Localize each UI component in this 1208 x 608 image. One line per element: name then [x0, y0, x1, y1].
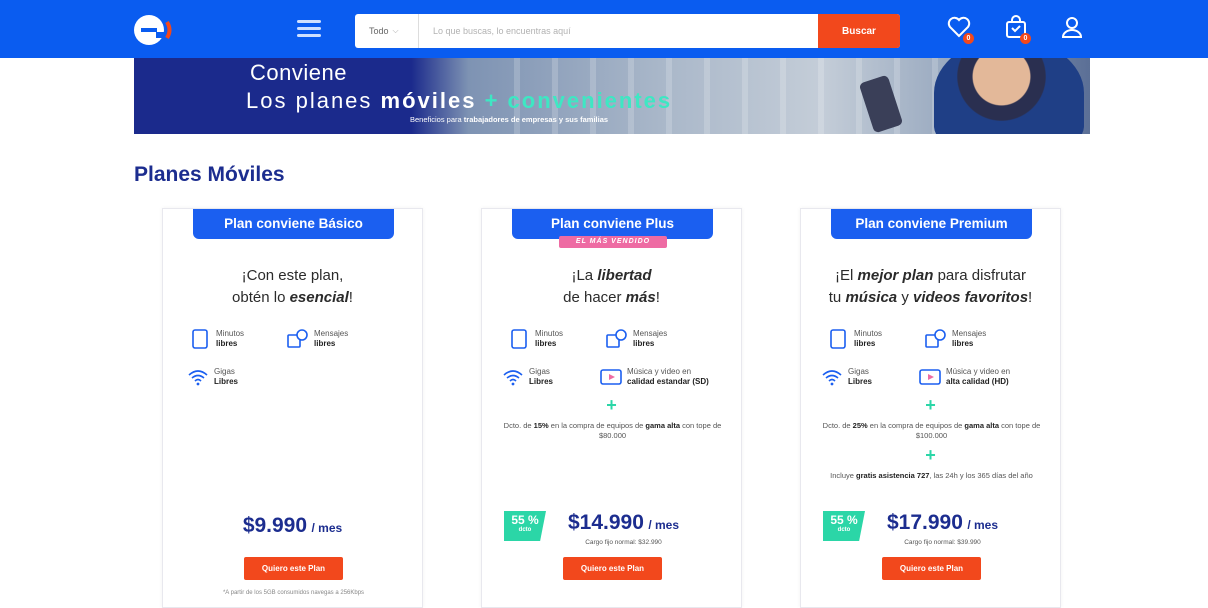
- user-icon: [1061, 17, 1083, 38]
- plan-card-basico: Plan conviene Básico ¡Con este plan, obt…: [162, 208, 423, 608]
- message-icon: [925, 329, 946, 348]
- chevron-down-icon: ⌵: [392, 26, 399, 35]
- cart-count-badge: 0: [1020, 33, 1031, 44]
- assistance-note: Incluye gratis asistencia 727, las 24h y…: [830, 471, 1033, 480]
- plan-price: $9.990 / mes: [242, 514, 343, 537]
- feature-minutes: Minutos libres: [827, 329, 882, 349]
- plan-price: $17.990 / mes: [886, 511, 999, 534]
- video-icon: [600, 369, 622, 385]
- choose-plan-button[interactable]: Quiero este Plan: [563, 557, 662, 580]
- regular-price-note: Cargo fijo normal: $32.990: [585, 539, 662, 546]
- plus-icon: +: [606, 395, 617, 415]
- choose-plan-button[interactable]: Quiero este Plan: [882, 557, 981, 580]
- plan-tagline: ¡La libertad de hacer más!: [563, 267, 660, 306]
- feature-video: Música y video en alta calidad (HD): [919, 367, 1049, 387]
- wifi-icon: [188, 370, 208, 386]
- search-bar: Todo ⌵ Buscar: [355, 14, 900, 48]
- plan-title: Plan conviene Plus: [512, 209, 713, 239]
- choose-plan-button[interactable]: Quiero este Plan: [244, 557, 343, 580]
- feature-messages: Mensajes libres: [606, 329, 667, 349]
- search-button[interactable]: Buscar: [818, 14, 900, 48]
- banner-headline: Los planes móviles + convenientes: [246, 88, 673, 113]
- banner-person-image: [934, 58, 1084, 134]
- search-input[interactable]: [419, 14, 818, 48]
- banner-title: Conviene: [250, 60, 347, 85]
- phone-icon: [192, 329, 208, 349]
- plus-icon: +: [925, 395, 936, 415]
- banner-subtitle: Beneficios para trabajadores de empresas…: [410, 115, 609, 124]
- plan-footnote: *A partir de los 5GB consumidos navegas …: [222, 590, 365, 596]
- video-icon: [919, 369, 941, 385]
- plan-title: Plan conviene Básico: [193, 209, 394, 239]
- device-discount-note: Dcto. de 25% en la compra de equipos de …: [822, 421, 1041, 440]
- feature-messages: Mensajes libres: [925, 329, 986, 349]
- account-button[interactable]: [1059, 14, 1089, 44]
- plus-icon: +: [925, 445, 936, 465]
- plan-title: Plan conviene Premium: [831, 209, 1032, 239]
- feature-data: Gigas Libres: [502, 367, 553, 387]
- feature-data: Gigas Libres: [187, 367, 238, 387]
- wifi-icon: [822, 370, 842, 386]
- top-navigation-bar: Todo ⌵ Buscar 0 0: [0, 0, 1208, 58]
- phone-icon: [511, 329, 527, 349]
- best-seller-badge: EL MÁS VENDIDO: [559, 236, 667, 248]
- wifi-icon: [503, 370, 523, 386]
- feature-minutes: Minutos libres: [508, 329, 563, 349]
- promo-banner[interactable]: Conviene Los planes móviles + convenient…: [134, 58, 1090, 134]
- plan-card-premium: Plan conviene Premium ¡El mejor plan par…: [800, 208, 1061, 608]
- feature-video: Música y video en calidad estandar (SD): [600, 367, 730, 387]
- plan-card-plus: Plan conviene Plus EL MÁS VENDIDO ¡La li…: [481, 208, 742, 608]
- feature-messages: Mensajes libres: [287, 329, 348, 349]
- cart-button[interactable]: 0: [1003, 14, 1033, 44]
- hamburger-menu-icon[interactable]: [297, 20, 321, 40]
- entel-logo[interactable]: [134, 13, 174, 47]
- search-category-label: Todo: [369, 26, 389, 36]
- message-icon: [606, 329, 627, 348]
- plan-tagline: ¡El mejor plan para disfrutar tu música …: [828, 267, 1033, 306]
- feature-minutes: Minutos libres: [189, 329, 244, 349]
- feature-data: Gigas Libres: [821, 367, 872, 387]
- plan-tagline: ¡Con este plan, obtén lo esencial!: [232, 267, 353, 306]
- plan-price: $14.990 / mes: [567, 511, 680, 534]
- wishlist-button[interactable]: 0: [946, 14, 976, 44]
- regular-price-note: Cargo fijo normal: $39.990: [904, 539, 981, 546]
- wishlist-count-badge: 0: [963, 33, 974, 44]
- device-discount-note: Dcto. de 15% en la compra de equipos de …: [503, 421, 722, 440]
- phone-icon: [830, 329, 846, 349]
- message-icon: [287, 329, 308, 348]
- search-category-dropdown[interactable]: Todo ⌵: [355, 14, 419, 48]
- page-title: Planes Móviles: [134, 163, 285, 186]
